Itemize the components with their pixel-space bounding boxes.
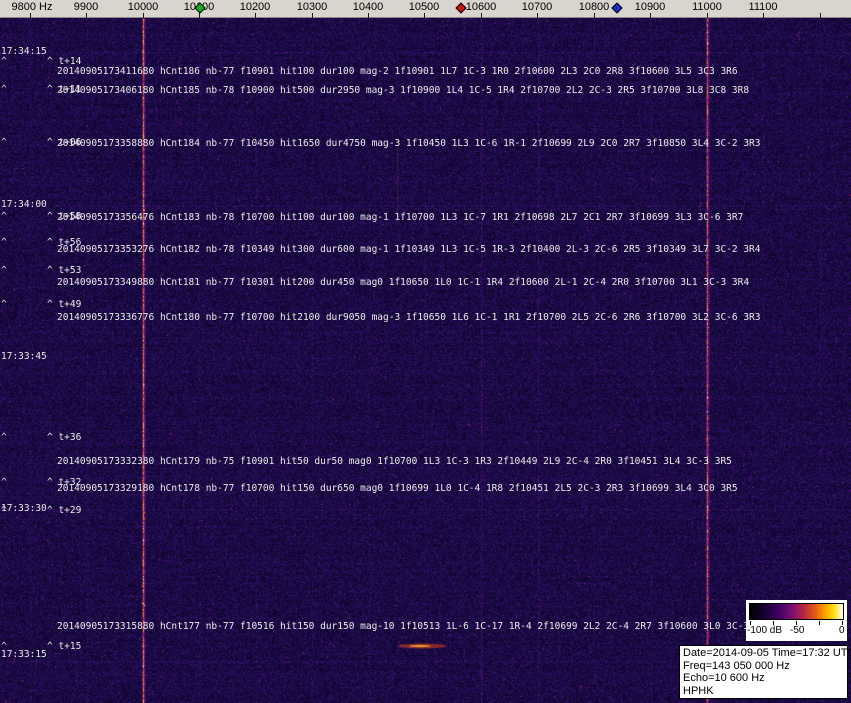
info-station: HPHK [683, 684, 714, 697]
freq-tick-label: 10800 [578, 1, 610, 13]
freq-tick-label: 11000 [692, 1, 722, 13]
legend-label-min: -100 dB [747, 625, 783, 636]
info-date-time: Date=2014-09-05 Time=17:32 UTC [683, 647, 851, 659]
event-marker: ^ t+29 [47, 505, 82, 516]
color-scale-legend: -100 dB -50 0 [746, 600, 847, 641]
freq-tick [820, 13, 821, 18]
edge-caret: ^ [1, 84, 7, 95]
edge-caret: ^ [1, 432, 7, 443]
detection-line: 20140905173356476 hCnt183 nb-78 f10700 h… [57, 212, 744, 223]
freq-tick [255, 13, 256, 18]
edge-caret: ^ [1, 505, 7, 516]
edge-caret: ^ [1, 211, 7, 222]
freq-tick [650, 13, 651, 18]
time-tick-label: 17:33:30 [1, 503, 47, 514]
spectrogram-canvas [0, 18, 851, 703]
freq-tick [199, 13, 200, 18]
freq-tick-label: 10400 [352, 1, 384, 13]
edge-caret: ^ [1, 477, 7, 488]
detection-line: 20140905173358880 hCnt184 nb-77 f10450 h… [57, 138, 761, 149]
time-tick-label: 17:33:45 [1, 351, 47, 362]
detection-line: 20140905173332380 hCnt179 nb-75 f10901 h… [57, 456, 732, 467]
edge-caret: ^ [1, 237, 7, 248]
freq-tick [86, 13, 87, 18]
freq-tick-label: 10900 [634, 1, 666, 13]
time-tick-label: 17:33:15 [1, 649, 47, 660]
blue-diamond-marker[interactable] [611, 2, 623, 14]
info-frequency: Freq=143 050 000 Hz [683, 659, 790, 672]
detection-line: 20140905173336776 hCnt180 nb-77 f10700 h… [57, 312, 761, 323]
info-echo: Echo=10 600 Hz [683, 672, 765, 684]
time-tick-label: 17:34:00 [1, 199, 47, 210]
freq-tick [763, 13, 764, 18]
legend-tick [819, 621, 820, 625]
freq-tick-label: 10700 [521, 1, 553, 13]
freq-tick [707, 13, 708, 18]
freq-tick [594, 13, 595, 18]
detection-line: 20140905173411680 hCnt186 nb-77 f10901 h… [57, 66, 738, 77]
freq-tick [537, 13, 538, 18]
detection-line: 20140905173406180 hCnt185 nb-78 f10900 h… [57, 85, 750, 96]
freq-tick [424, 13, 425, 18]
frequency-axis: 9800 Hz 9900 10000 10100 10200 10300 104… [0, 0, 851, 18]
freq-tick [312, 13, 313, 18]
edge-caret: ^ [1, 299, 7, 310]
freq-tick [368, 13, 369, 18]
freq-tick-label: 10000 [127, 1, 159, 13]
freq-tick-label: 9800 Hz [11, 1, 53, 13]
freq-tick-label: 10500 [408, 1, 440, 13]
freq-tick [30, 13, 31, 18]
event-marker: ^ t+49 [47, 299, 82, 310]
event-marker: ^ t+53 [47, 265, 82, 276]
detection-line: 20140905173329180 hCnt178 nb-77 f10700 h… [57, 483, 738, 494]
event-marker: ^ t+36 [47, 432, 82, 443]
freq-tick-label: 10200 [239, 1, 271, 13]
freq-tick-label: 10600 [465, 1, 497, 13]
color-scale-gradient [749, 603, 844, 620]
freq-tick-label: 11100 [748, 1, 778, 13]
edge-caret: ^ [1, 56, 7, 67]
legend-label-max: 0 [839, 625, 845, 636]
freq-tick [481, 13, 482, 18]
freq-tick-label: 10300 [296, 1, 328, 13]
freq-tick-label: 9900 [73, 1, 99, 13]
event-marker: ^ t+15 [47, 641, 82, 652]
edge-caret: ^ [1, 641, 7, 652]
legend-label-mid: -50 [790, 625, 805, 636]
info-box: Date=2014-09-05 Time=17:32 UTC Freq=143 … [679, 645, 851, 699]
detection-line: 20140905173315880 hCnt177 nb-77 f10516 h… [57, 621, 772, 632]
detection-line: 20140905173353276 hCnt182 nb-78 f10349 h… [57, 244, 761, 255]
spectrogram-app: 9800 Hz 9900 10000 10100 10200 10300 104… [0, 0, 851, 703]
detection-line: 20140905173349880 hCnt181 nb-77 f10301 h… [57, 277, 750, 288]
freq-tick [143, 13, 144, 18]
time-tick-label: 17:34:15 [1, 46, 47, 57]
edge-caret: ^ [1, 137, 7, 148]
edge-caret: ^ [1, 265, 7, 276]
